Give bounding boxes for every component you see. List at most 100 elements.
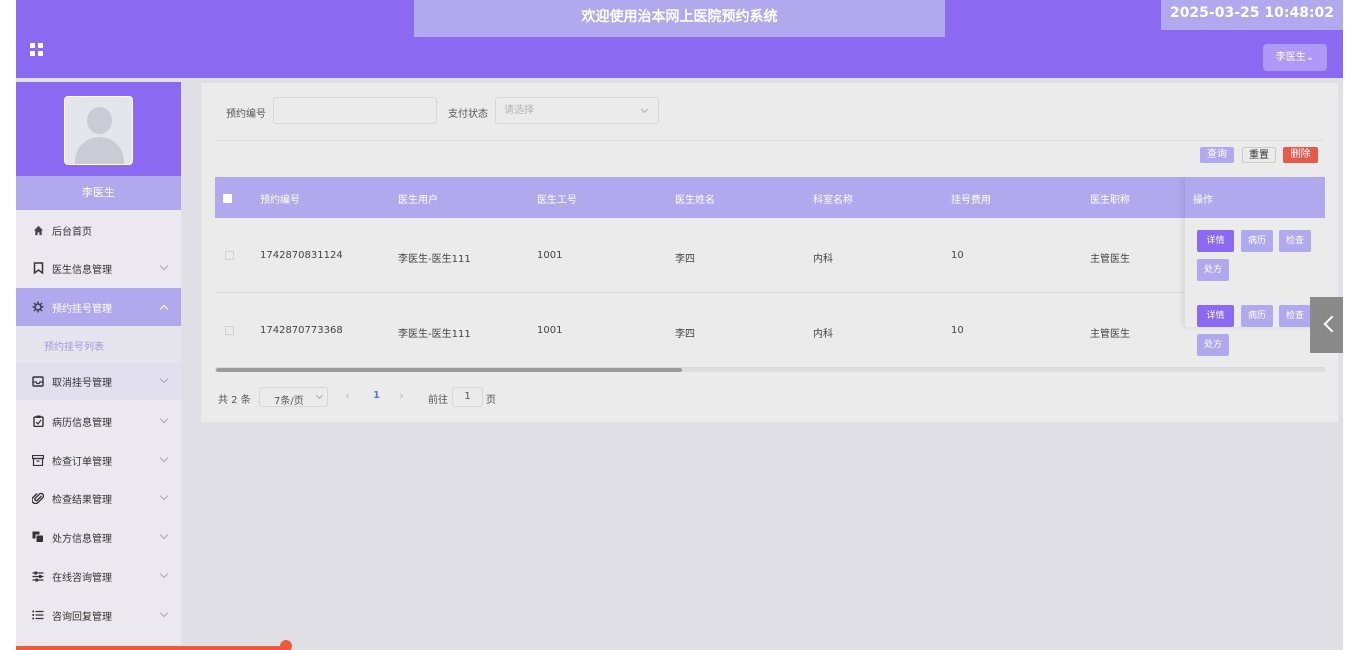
record-button[interactable]: 病历 (1241, 230, 1273, 252)
cell-booking-no: 1742870831124 (260, 250, 343, 261)
main-panel: 预约编号 支付状态 请选择 查询 重置 删除 预约编号 医生用户 医生工号 医生… (201, 83, 1338, 422)
table-row: 1742870773368 李医生-医生111 1001 李四 内科 10 主管… (215, 293, 1325, 368)
detail-button[interactable]: 详情 (1197, 305, 1234, 327)
table-header: 预约编号 医生用户 医生工号 医生姓名 科室名称 挂号费用 医生职称 (215, 177, 1325, 218)
sidebar-item-consult[interactable]: 在线咨询管理 (16, 557, 181, 595)
prev-page-button[interactable]: ‹ (345, 389, 350, 403)
table-row: 1742870831124 李医生-医生111 1001 李四 内科 10 主管… (215, 218, 1325, 293)
chevron-down-icon (315, 391, 324, 400)
sidebar-item-home[interactable]: 后台首页 (16, 211, 181, 249)
booking-no-input[interactable] (273, 97, 437, 124)
user-dropdown[interactable]: 李医生⌄ (1263, 44, 1327, 71)
cell-title: 主管医生 (1090, 254, 1130, 265)
avatar (64, 96, 133, 165)
prescription-button[interactable]: 处方 (1197, 334, 1229, 356)
sidebar-item-reply[interactable]: 咨询回复管理 (16, 596, 181, 634)
chevron-down-icon (159, 530, 169, 540)
cell-dept: 内科 (813, 329, 833, 340)
sidebar-item-label: 预约挂号管理 (52, 303, 112, 315)
sidebar: 李医生 后台首页 医生信息管理 预约挂号管理 预约挂号列表 取消挂号管理 病历信… (16, 82, 181, 650)
clock-display: 2025-03-25 10:48:02 (1161, 0, 1343, 30)
sidebar-item-check-order[interactable]: 检查订单管理 (16, 441, 181, 479)
chevron-down-icon (159, 569, 169, 579)
goto-page-input[interactable]: 1 (452, 387, 483, 407)
cell-doctor-id: 1001 (537, 250, 563, 261)
cell-dept: 内科 (813, 254, 833, 265)
ops-header-label: 操作 (1193, 195, 1213, 206)
cell-fee: 10 (951, 250, 964, 261)
chevron-left-icon (1323, 315, 1341, 333)
chevron-down-icon (159, 453, 169, 463)
page-size-select[interactable]: 7条/页 (259, 387, 328, 407)
chevron-down-icon (640, 105, 649, 114)
row-checkbox[interactable] (225, 326, 234, 335)
sidebar-item-label: 取消挂号管理 (52, 377, 112, 389)
sidebar-item-medical-record[interactable]: 病历信息管理 (16, 402, 181, 440)
top-header: 欢迎使用治本网上医院预约系统 2025-03-25 10:48:02 李医生⌄ (16, 0, 1343, 78)
delete-button[interactable]: 删除 (1283, 147, 1318, 163)
pagination-total: 共 2 条 (218, 395, 251, 406)
inbox-icon (31, 374, 45, 388)
sidebar-item-label: 检查结果管理 (52, 494, 112, 506)
goto-label: 前往 (428, 395, 448, 406)
progress-handle[interactable] (280, 640, 292, 650)
chevron-down-icon (159, 261, 169, 271)
sidebar-item-label: 医生信息管理 (52, 264, 112, 276)
sidebar-item-doctor-info[interactable]: 医生信息管理 (16, 249, 181, 287)
reset-button[interactable]: 重置 (1242, 147, 1276, 163)
sidebar-item-check-result[interactable]: 检查结果管理 (16, 479, 181, 517)
row-checkbox[interactable] (225, 251, 234, 260)
goto-suffix: 页 (486, 395, 496, 406)
column-header: 医生用户 (398, 195, 438, 206)
column-header: 医生工号 (537, 195, 577, 206)
bookmark-icon (31, 261, 45, 275)
page-size-value: 7条/页 (274, 396, 304, 407)
sidebar-item-label: 咨询回复管理 (52, 611, 112, 623)
column-header: 医生职称 (1090, 195, 1130, 206)
gear-icon (31, 300, 45, 314)
prescription-button[interactable]: 处方 (1197, 259, 1229, 281)
submenu-booking-list[interactable]: 预约挂号列表 (16, 326, 181, 362)
cell-booking-no: 1742870773368 (260, 325, 343, 336)
column-header: 预约编号 (260, 195, 300, 206)
data-table: 预约编号 医生用户 医生工号 医生姓名 科室名称 挂号费用 医生职称 17428… (215, 177, 1325, 372)
cell-title: 主管医生 (1090, 329, 1130, 340)
sidebar-item-label: 检查订单管理 (52, 456, 112, 468)
next-page-button[interactable]: › (399, 389, 404, 403)
cell-doctor-name: 李四 (675, 329, 695, 340)
page-progress-bar (16, 646, 286, 650)
cell-doctor-user: 李医生-医生111 (398, 254, 471, 265)
app-window: 欢迎使用治本网上医院预约系统 2025-03-25 10:48:02 李医生⌄ … (16, 0, 1343, 650)
check-button[interactable]: 检查 (1279, 305, 1311, 327)
copy-icon (31, 530, 45, 544)
query-button[interactable]: 查询 (1200, 147, 1234, 163)
booking-no-label: 预约编号 (226, 109, 266, 120)
sidebar-item-cancel[interactable]: 取消挂号管理 (16, 362, 181, 400)
chevron-down-icon (159, 491, 169, 501)
sidebar-item-booking[interactable]: 预约挂号管理 (16, 288, 181, 326)
sidebar-item-label: 病历信息管理 (52, 417, 112, 429)
collapse-panel-button[interactable] (1310, 297, 1343, 353)
list-icon (31, 608, 45, 622)
pay-status-select[interactable]: 请选择 (495, 97, 659, 124)
cell-doctor-user: 李医生-医生111 (398, 329, 471, 340)
chevron-up-icon (159, 304, 169, 314)
submenu-label: 预约挂号列表 (44, 342, 104, 353)
sidebar-item-label: 后台首页 (52, 226, 92, 238)
sidebar-item-prescription[interactable]: 处方信息管理 (16, 518, 181, 556)
check-button[interactable]: 检查 (1279, 230, 1311, 252)
horizontal-scrollbar[interactable] (216, 368, 682, 372)
profile-area (16, 82, 181, 176)
detail-button[interactable]: 详情 (1197, 230, 1234, 252)
column-header: 挂号费用 (951, 195, 991, 206)
paperclip-icon (31, 491, 45, 505)
cell-fee: 10 (951, 325, 964, 336)
chevron-down-icon (159, 608, 169, 618)
select-all-checkbox[interactable] (223, 194, 232, 203)
page-number-current[interactable]: 1 (373, 390, 380, 401)
grid-menu-icon[interactable] (30, 43, 44, 57)
divider (215, 140, 1323, 141)
chevron-down-icon (159, 374, 169, 384)
record-button[interactable]: 病历 (1241, 305, 1273, 327)
window-edge (1343, 0, 1360, 650)
